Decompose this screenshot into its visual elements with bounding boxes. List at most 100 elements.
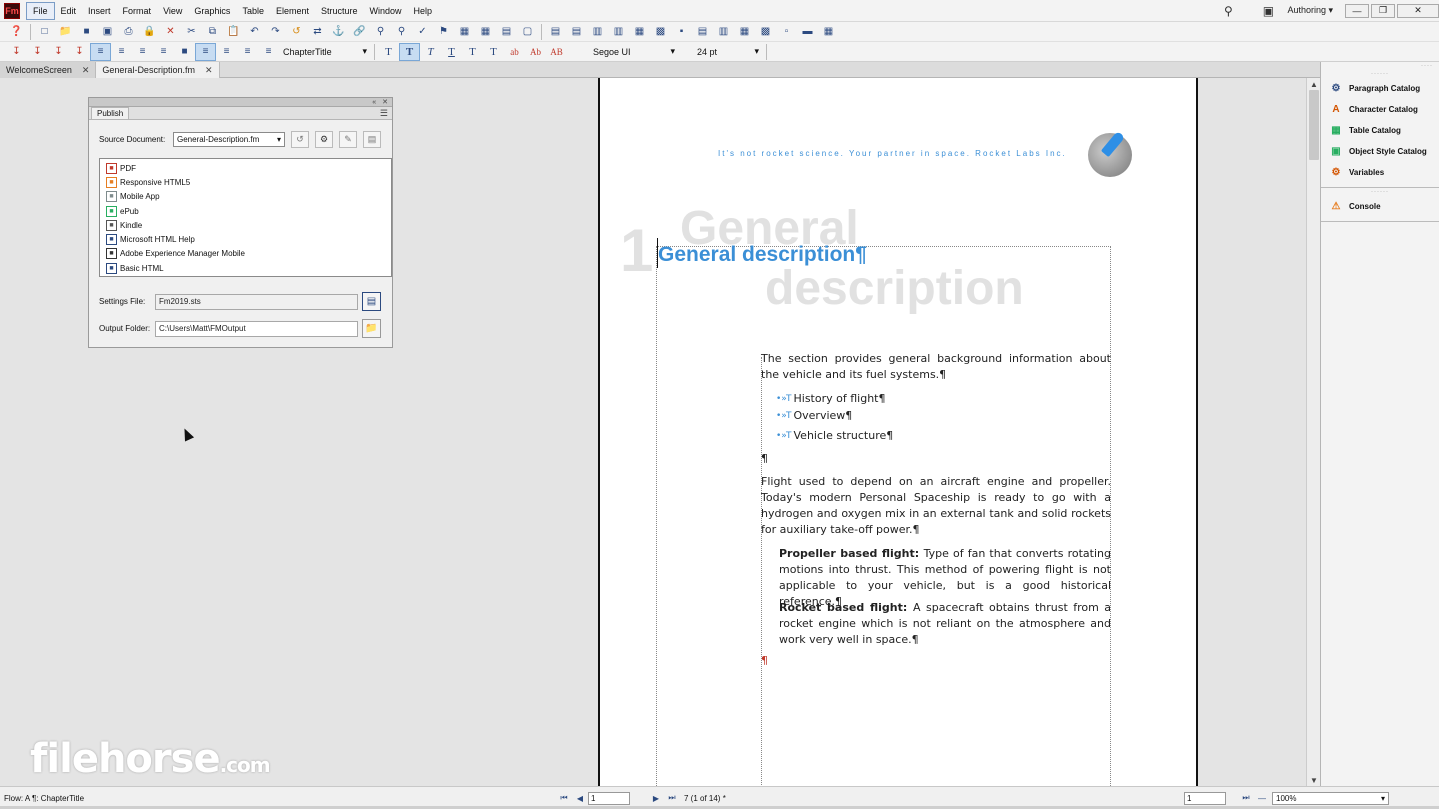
align-center-icon[interactable]: ≡ xyxy=(111,43,132,61)
open-folder-icon[interactable]: 📁 xyxy=(55,23,76,41)
document-page[interactable]: It's not rocket science. Your partner in… xyxy=(598,78,1198,787)
insert-arrow-after-icon[interactable]: ↧ xyxy=(27,43,48,61)
folder-browse-icon[interactable]: 📁 xyxy=(362,319,381,338)
superscript-button[interactable]: T xyxy=(462,43,483,61)
lowercase-button[interactable]: ab xyxy=(504,43,525,61)
menu-graphics[interactable]: Graphics xyxy=(188,3,236,19)
new-document-icon[interactable]: □ xyxy=(34,23,55,41)
undo-icon[interactable]: ↶ xyxy=(244,23,265,41)
align-justify-icon[interactable]: ≡ xyxy=(153,43,174,61)
panel-title-bar[interactable]: « ✕ xyxy=(89,98,392,107)
table-sort-icon[interactable]: ▬ xyxy=(797,23,818,41)
line-spacing-single-icon[interactable]: ≡ xyxy=(195,42,216,61)
pod-grip[interactable]: ······ xyxy=(1321,70,1439,78)
pod-character-catalog[interactable]: A Character Catalog xyxy=(1321,99,1439,120)
pod-table-catalog[interactable]: ▦ Table Catalog xyxy=(1321,120,1439,141)
panel-close-icon[interactable]: ✕ xyxy=(382,98,388,106)
insert-table-icon[interactable]: ▦ xyxy=(454,23,475,41)
output-item-pdf[interactable]: ■ PDF xyxy=(106,161,391,175)
output-item-adobe-experience-manager-mobile[interactable]: ■ Adobe Experience Manager Mobile xyxy=(106,247,391,261)
pod-object-style-catalog[interactable]: ▣ Object Style Catalog xyxy=(1321,141,1439,162)
table-format-icon[interactable]: ▦ xyxy=(818,23,839,41)
italic-button[interactable]: T xyxy=(420,43,441,61)
tab-general-description[interactable]: General-Description.fm ✕ xyxy=(96,62,220,78)
bold-button[interactable]: T xyxy=(399,42,420,61)
intro-paragraph[interactable]: The section provides general background … xyxy=(761,351,1111,383)
zoom-select[interactable]: 100% ▾ xyxy=(1272,791,1389,805)
settings-file-field[interactable]: Fm2019.sts xyxy=(155,293,358,310)
bullet-history-of-flight[interactable]: •»T History of flight¶ xyxy=(776,392,885,405)
table-delete-row-icon[interactable]: ▤ xyxy=(692,23,713,41)
font-size-select[interactable]: 24 pt ▾ xyxy=(693,44,763,60)
spellcheck-icon[interactable]: ✓ xyxy=(412,23,433,41)
wrap-element-icon[interactable]: ↧ xyxy=(69,43,90,61)
copy-icon[interactable]: ⧉ xyxy=(202,23,223,41)
grid-icon[interactable]: ▦ xyxy=(475,23,496,41)
settings-browse-icon[interactable]: ▤ xyxy=(362,292,381,311)
variable-icon[interactable]: ▤ xyxy=(496,23,517,41)
tab-welcome-screen[interactable]: WelcomeScreen ✕ xyxy=(0,62,97,78)
last-page-icon[interactable]: ⏭ xyxy=(666,792,678,804)
panel-menu-icon[interactable]: ☰ xyxy=(380,108,388,119)
save-all-icon[interactable]: ▣ xyxy=(97,23,118,41)
paste-icon[interactable]: 📋 xyxy=(223,23,244,41)
vertical-scrollbar[interactable]: ▲ ▼ xyxy=(1306,78,1320,786)
table-delete-col-icon[interactable]: ▥ xyxy=(713,23,734,41)
edit-settings-icon[interactable]: ✎ xyxy=(339,131,357,148)
cross-reference-icon[interactable]: ⇄ xyxy=(307,23,328,41)
collapse-icon[interactable]: « xyxy=(372,99,376,106)
menu-help[interactable]: Help xyxy=(408,3,439,19)
restore-icon[interactable]: ❐ xyxy=(1371,3,1395,18)
menu-format[interactable]: Format xyxy=(117,3,158,19)
table-row-above-icon[interactable]: ▤ xyxy=(545,23,566,41)
page-number-field[interactable]: 1 xyxy=(588,791,630,805)
close-icon[interactable]: ✕ xyxy=(1397,3,1439,18)
output-item-epub[interactable]: ■ ePub xyxy=(106,204,391,218)
insert-arrow-down-icon[interactable]: ↧ xyxy=(6,43,27,61)
menu-edit[interactable]: Edit xyxy=(55,3,83,19)
shade-icon[interactable]: ■ xyxy=(174,43,195,61)
print-icon[interactable]: ⎙ xyxy=(118,23,139,41)
workspace-switcher[interactable]: Authoring ▾ xyxy=(1287,5,1333,16)
track-changes-icon[interactable]: ↺ xyxy=(286,23,307,41)
marker-icon[interactable]: ⚑ xyxy=(433,23,454,41)
frame-icon[interactable]: ▢ xyxy=(517,23,538,41)
menu-structure[interactable]: Structure xyxy=(315,3,364,19)
publish-gear-icon[interactable]: ⚙ xyxy=(315,131,333,148)
source-document-select[interactable]: General-Description.fm ▾ xyxy=(173,132,285,147)
uppercase-button[interactable]: AB xyxy=(546,43,567,61)
minimize-icon[interactable]: — xyxy=(1345,3,1369,18)
help-icon[interactable]: ❓ xyxy=(6,23,27,41)
table-merge-icon[interactable]: ▩ xyxy=(650,23,671,41)
table-row-below-icon[interactable]: ▤ xyxy=(566,23,587,41)
status-field[interactable]: 1 xyxy=(1184,791,1226,805)
search-icon[interactable]: ⚲ xyxy=(1217,2,1239,20)
table-split-icon[interactable]: ▪ xyxy=(671,23,692,41)
refresh-icon[interactable]: ↺ xyxy=(291,131,309,148)
flight-paragraph[interactable]: Flight used to depend on an aircraft eng… xyxy=(761,474,1111,538)
pod-grip[interactable]: ···· xyxy=(1321,62,1439,70)
bullet-overview[interactable]: •»T Overview¶ xyxy=(776,409,852,422)
output-item-mobile-app[interactable]: ■ Mobile App xyxy=(106,190,391,204)
lock-icon[interactable]: 🔒 xyxy=(139,23,160,41)
menu-window[interactable]: Window xyxy=(364,3,408,19)
menu-table[interactable]: Table xyxy=(236,3,270,19)
scroll-down-icon[interactable]: ▼ xyxy=(1307,774,1321,786)
output-folder-field[interactable]: C:\Users\Matt\FMOutput xyxy=(155,320,358,337)
new-settings-icon[interactable]: ▤ xyxy=(363,131,381,148)
save-icon[interactable]: ■ xyxy=(76,23,97,41)
pod-icon[interactable]: ▣ xyxy=(1257,2,1279,20)
previous-page-icon[interactable]: ◀ xyxy=(574,792,586,804)
pod-variables[interactable]: ⚙ Variables xyxy=(1321,162,1439,183)
table-rotate-icon[interactable]: ▫ xyxy=(776,23,797,41)
align-left-icon[interactable]: ≡ xyxy=(90,42,111,61)
find-icon[interactable]: ⚲ xyxy=(370,23,391,41)
pod-console[interactable]: ⚠ Console xyxy=(1321,196,1439,217)
table-straddle-icon[interactable]: ▩ xyxy=(755,23,776,41)
tab-publish[interactable]: Publish xyxy=(91,107,130,119)
track-text-icon[interactable]: ⏭ xyxy=(1240,792,1252,804)
zoom-icon[interactable]: ⚲ xyxy=(391,23,412,41)
menu-element[interactable]: Element xyxy=(270,3,315,19)
hyperlink-icon[interactable]: 🔗 xyxy=(349,23,370,41)
pod-grip[interactable]: ······ xyxy=(1321,188,1439,196)
